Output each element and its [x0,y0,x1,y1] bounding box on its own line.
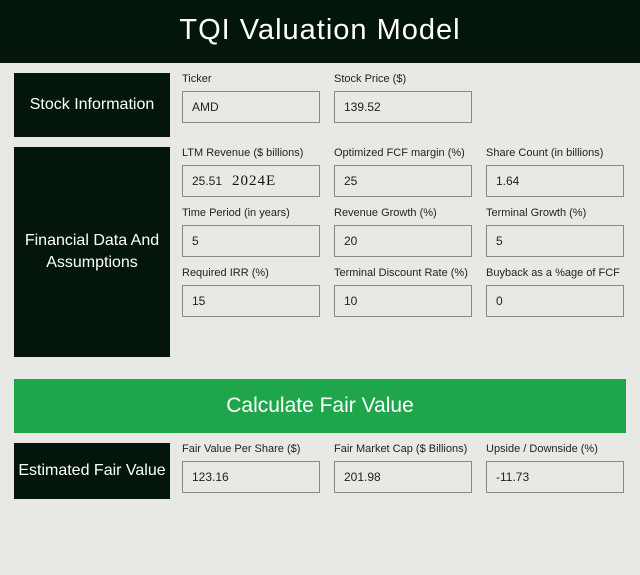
label-terminal-discount: Terminal Discount Rate (%) [334,267,472,279]
label-stock-price: Stock Price ($) [334,73,472,85]
field-revenue-growth: Revenue Growth (%) 20 [334,207,472,257]
output-fv-per-share: 123.16 [182,461,320,493]
field-buyback: Buyback as a %age of FCF 0 [486,267,624,317]
field-opt-fcf-margin: Optimized FCF margin (%) 25 [334,147,472,197]
note-2024e: 2024E [232,173,276,190]
section-stock-label: Stock Information [14,73,170,137]
input-terminal-discount[interactable]: 10 [334,285,472,317]
label-share-count: Share Count (in billions) [486,147,624,159]
label-required-irr: Required IRR (%) [182,267,320,279]
section-financials-fields: LTM Revenue ($ billions) 25.51 2024E Opt… [182,147,626,357]
output-fv-market-cap: 201.98 [334,461,472,493]
section-stock: Stock Information Ticker AMD Stock Price… [0,73,640,137]
field-upside-downside: Upside / Downside (%) -11.73 [486,443,624,493]
section-estimated-fields: Fair Value Per Share ($) 123.16 Fair Mar… [182,443,626,499]
input-required-irr[interactable]: 15 [182,285,320,317]
input-share-count[interactable]: 1.64 [486,165,624,197]
input-revenue-growth[interactable]: 20 [334,225,472,257]
label-revenue-growth: Revenue Growth (%) [334,207,472,219]
section-stock-fields: Ticker AMD Stock Price ($) 139.52 [182,73,626,137]
input-stock-price[interactable]: 139.52 [334,91,472,123]
label-upside-downside: Upside / Downside (%) [486,443,624,455]
field-fv-market-cap: Fair Market Cap ($ Billions) 201.98 [334,443,472,493]
section-estimated: Estimated Fair Value Fair Value Per Shar… [0,443,640,499]
input-terminal-growth[interactable]: 5 [486,225,624,257]
page-title: TQI Valuation Model [0,0,640,63]
label-ticker: Ticker [182,73,320,85]
field-stock-price: Stock Price ($) 139.52 [334,73,472,123]
label-buyback: Buyback as a %age of FCF [486,267,624,279]
label-fv-market-cap: Fair Market Cap ($ Billions) [334,443,472,455]
field-share-count: Share Count (in billions) 1.64 [486,147,624,197]
field-time-period: Time Period (in years) 5 [182,207,320,257]
label-fv-per-share: Fair Value Per Share ($) [182,443,320,455]
label-ltm-revenue: LTM Revenue ($ billions) [182,147,320,159]
field-ticker: Ticker AMD [182,73,320,123]
label-opt-fcf-margin: Optimized FCF margin (%) [334,147,472,159]
section-financials-label: Financial Data And Assumptions [14,147,170,357]
section-estimated-label: Estimated Fair Value [14,443,170,499]
label-time-period: Time Period (in years) [182,207,320,219]
calculate-fair-value-button[interactable]: Calculate Fair Value [14,379,626,433]
section-financials: Financial Data And Assumptions LTM Reven… [0,147,640,357]
input-buyback[interactable]: 0 [486,285,624,317]
output-upside-downside: -11.73 [486,461,624,493]
field-terminal-discount: Terminal Discount Rate (%) 10 [334,267,472,317]
label-terminal-growth: Terminal Growth (%) [486,207,624,219]
field-terminal-growth: Terminal Growth (%) 5 [486,207,624,257]
field-ltm-revenue: LTM Revenue ($ billions) 25.51 2024E [182,147,320,197]
field-required-irr: Required IRR (%) 15 [182,267,320,317]
field-fv-per-share: Fair Value Per Share ($) 123.16 [182,443,320,493]
input-ltm-revenue[interactable]: 25.51 2024E [182,165,320,197]
input-ticker[interactable]: AMD [182,91,320,123]
input-time-period[interactable]: 5 [182,225,320,257]
input-opt-fcf-margin[interactable]: 25 [334,165,472,197]
